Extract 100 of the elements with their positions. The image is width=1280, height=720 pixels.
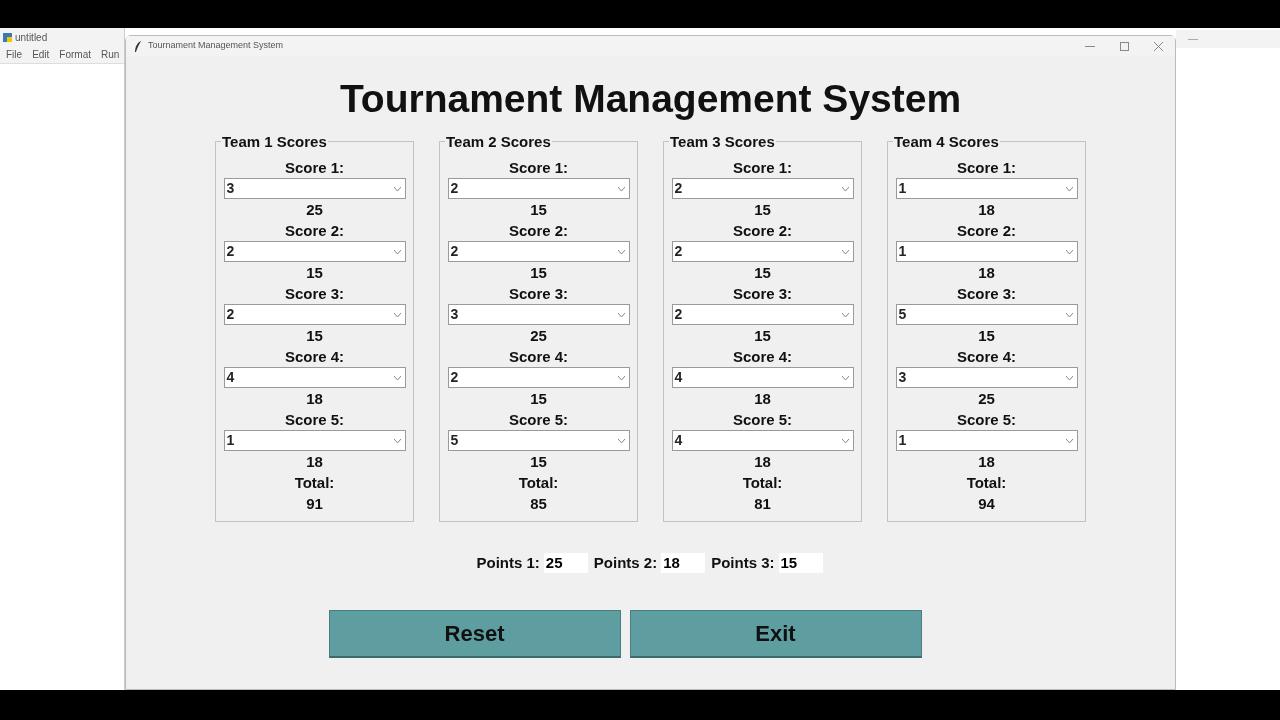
- combo-box[interactable]: 2: [671, 304, 854, 325]
- combo-box[interactable]: 2: [671, 178, 854, 199]
- combo-box[interactable]: 1: [895, 430, 1078, 451]
- action-button[interactable]: Reset: [328, 610, 621, 658]
- points-value: 18: [978, 200, 995, 220]
- window-title: untitled: [15, 30, 48, 45]
- points-value: 25: [306, 200, 323, 220]
- combo-box[interactable]: 1: [223, 430, 406, 451]
- score-label: Score 2:: [284, 221, 345, 241]
- combo-box[interactable]: 4: [223, 367, 406, 388]
- points-value: 18: [978, 263, 995, 283]
- score-label: Score 2:: [956, 221, 1017, 241]
- menu-item[interactable]: Format: [59, 47, 92, 62]
- combo-box[interactable]: 4: [671, 430, 854, 451]
- score-label: Score 1:: [956, 158, 1017, 178]
- close-icon[interactable]: [1153, 41, 1163, 51]
- combo-box[interactable]: 1: [895, 241, 1078, 262]
- score-label: Score 4:: [956, 347, 1017, 367]
- points-value: 15: [754, 200, 771, 220]
- chevron-icon: [841, 312, 849, 317]
- points-value: 25: [530, 326, 547, 346]
- score-label: Score 5:: [508, 410, 569, 430]
- combo-box[interactable]: 2: [223, 241, 406, 262]
- menu-item[interactable]: Run: [101, 47, 120, 62]
- combo-box[interactable]: 3: [223, 178, 406, 199]
- points-value: 18: [978, 452, 995, 472]
- frame-title: Team 3 Scores: [669, 134, 776, 149]
- combo-box[interactable]: 2: [447, 178, 630, 199]
- score-label: Score 3:: [956, 284, 1017, 304]
- input-field[interactable]: 15: [778, 552, 823, 573]
- chevron-icon: [1065, 186, 1073, 191]
- total-label: Total:: [518, 473, 559, 493]
- score-label: Score 1:: [508, 158, 569, 178]
- points-value: 15: [530, 200, 547, 220]
- points-value: 18: [306, 452, 323, 472]
- chevron-icon: [617, 249, 625, 254]
- app-icon: [3, 32, 12, 42]
- score-label: Score 3:: [284, 284, 345, 304]
- minimize-icon[interactable]: [1085, 45, 1095, 47]
- menu-item[interactable]: Edit: [32, 47, 50, 62]
- points-value: 15: [978, 326, 995, 346]
- points-value: 15: [754, 326, 771, 346]
- points-label: Points 2:: [593, 553, 658, 573]
- combo-box[interactable]: 2: [223, 304, 406, 325]
- score-label: Score 3:: [508, 284, 569, 304]
- chevron-icon: [393, 186, 401, 191]
- total-value: 91: [306, 494, 323, 514]
- points-value: 18: [754, 452, 771, 472]
- combo-box[interactable]: 1: [895, 178, 1078, 199]
- menu-item[interactable]: File: [6, 47, 23, 62]
- chevron-icon: [841, 186, 849, 191]
- points-value: 15: [530, 389, 547, 409]
- points-value: 15: [306, 263, 323, 283]
- score-label: Score 4:: [284, 347, 345, 367]
- combo-box[interactable]: 4: [671, 367, 854, 388]
- score-label: Score 5:: [732, 410, 793, 430]
- points-value: 18: [306, 389, 323, 409]
- chevron-icon: [1065, 438, 1073, 443]
- total-value: 94: [978, 494, 995, 514]
- score-label: Score 1:: [284, 158, 345, 178]
- app-heading: Tournament Management System: [338, 76, 963, 121]
- points-value: 18: [754, 389, 771, 409]
- total-label: Total:: [294, 473, 335, 493]
- chevron-icon: [393, 375, 401, 380]
- score-label: Score 5:: [956, 410, 1017, 430]
- chevron-icon: [841, 375, 849, 380]
- chevron-icon: [1065, 375, 1073, 380]
- combo-box[interactable]: 3: [895, 367, 1078, 388]
- combo-box[interactable]: 5: [895, 304, 1078, 325]
- minimize-icon[interactable]: [1188, 38, 1198, 40]
- frame-title: Team 4 Scores: [893, 134, 1000, 149]
- total-value: 81: [754, 494, 771, 514]
- chevron-icon: [841, 249, 849, 254]
- combo-box[interactable]: 2: [447, 367, 630, 388]
- input-field[interactable]: 25: [543, 552, 588, 573]
- score-label: Score 1:: [732, 158, 793, 178]
- points-value: 15: [306, 326, 323, 346]
- score-label: Score 2:: [508, 221, 569, 241]
- frame-title: Team 1 Scores: [221, 134, 328, 149]
- chevron-icon: [393, 312, 401, 317]
- chevron-icon: [617, 375, 625, 380]
- chevron-icon: [617, 312, 625, 317]
- points-label: Points 3:: [711, 553, 775, 573]
- combo-box[interactable]: 2: [671, 241, 854, 262]
- feather-icon: [134, 40, 142, 52]
- score-label: Score 3:: [732, 284, 793, 304]
- combo-box[interactable]: 2: [447, 241, 630, 262]
- chevron-icon: [393, 249, 401, 254]
- input-field[interactable]: 18: [661, 552, 706, 573]
- maximize-icon[interactable]: [1119, 41, 1129, 51]
- score-label: Score 5:: [284, 410, 345, 430]
- chevron-icon: [1065, 249, 1073, 254]
- points-value: 15: [530, 452, 547, 472]
- total-label: Total:: [966, 473, 1007, 493]
- action-button[interactable]: Exit: [629, 610, 922, 658]
- total-label: Total:: [742, 473, 783, 493]
- chevron-icon: [841, 438, 849, 443]
- combo-box[interactable]: 5: [447, 430, 630, 451]
- score-label: Score 4:: [508, 347, 569, 367]
- combo-box[interactable]: 3: [447, 304, 630, 325]
